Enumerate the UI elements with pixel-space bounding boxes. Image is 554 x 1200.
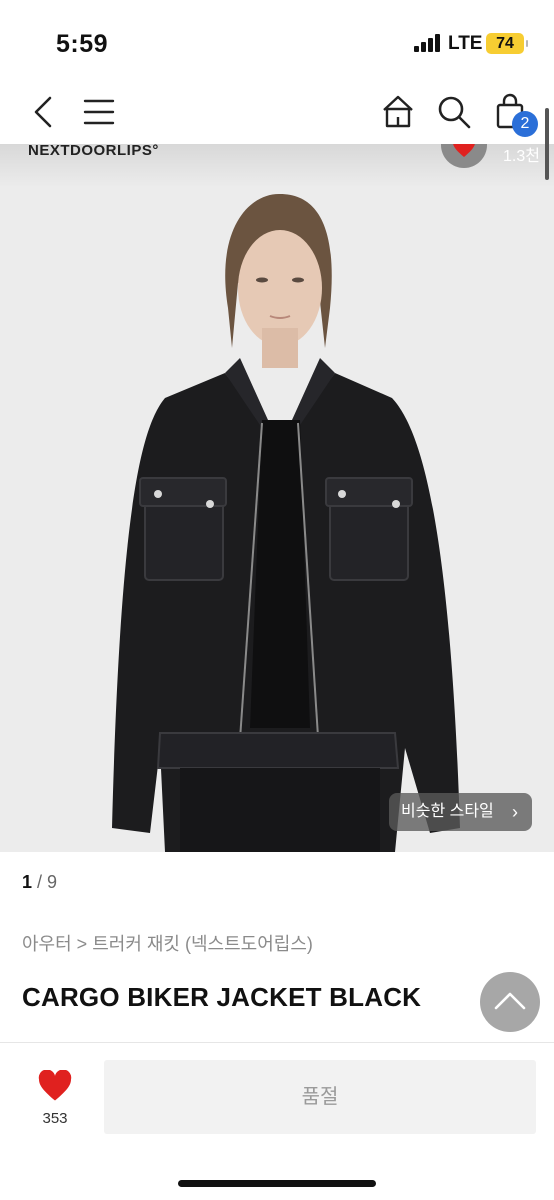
battery-icon: 74 [486, 33, 528, 54]
soldout-button[interactable]: 품절 [104, 1060, 536, 1134]
brand-strip: NEXTDOORLIPS° 1.3천 [0, 144, 554, 188]
product-photo [112, 193, 460, 852]
similar-style-label: 비슷한 스타일 [401, 803, 494, 820]
network-label: LTE [448, 33, 483, 54]
image-counter-current: 1 [22, 872, 33, 892]
home-icon[interactable] [378, 92, 418, 132]
heart-icon [38, 1070, 72, 1101]
brand-logo[interactable]: NEXTDOORLIPS° [28, 144, 159, 159]
cart-count-badge: 2 [512, 111, 538, 137]
like-button[interactable]: 353 [22, 1060, 88, 1140]
back-icon[interactable] [26, 92, 66, 132]
scrollbar[interactable] [545, 108, 549, 180]
brand-like-count: 1.3천 [503, 148, 540, 165]
status-time: 5:59 [56, 30, 109, 58]
product-title: CARGO BIKER JACKET BLACK [22, 982, 422, 1012]
nav-bar [0, 80, 554, 144]
brand-like-button[interactable] [441, 144, 487, 168]
image-counter: 1 / 9 [22, 872, 57, 893]
divider [0, 1042, 554, 1043]
image-counter-total: 9 [47, 872, 58, 892]
chevron-up-icon [494, 992, 526, 1010]
heart-icon [453, 144, 475, 157]
breadcrumb[interactable]: 아우터 > 트러커 재킷 (넥스트도어립스) [22, 930, 313, 956]
like-count: 353 [42, 1110, 68, 1127]
search-icon[interactable] [434, 92, 474, 132]
scroll-to-top-button[interactable] [480, 972, 540, 1032]
chevron-right-icon: › [512, 802, 518, 822]
signal-icon [414, 34, 442, 52]
image-counter-separator: / [32, 872, 48, 892]
similar-style-button[interactable]: 비슷한 스타일 › [389, 793, 532, 831]
home-indicator [178, 1180, 376, 1187]
product-image[interactable]: 비슷한 스타일 › [0, 188, 554, 852]
battery-level: 74 [496, 35, 514, 52]
status-bar: 5:59 LTE 74 [0, 0, 554, 80]
menu-icon[interactable] [80, 92, 120, 132]
